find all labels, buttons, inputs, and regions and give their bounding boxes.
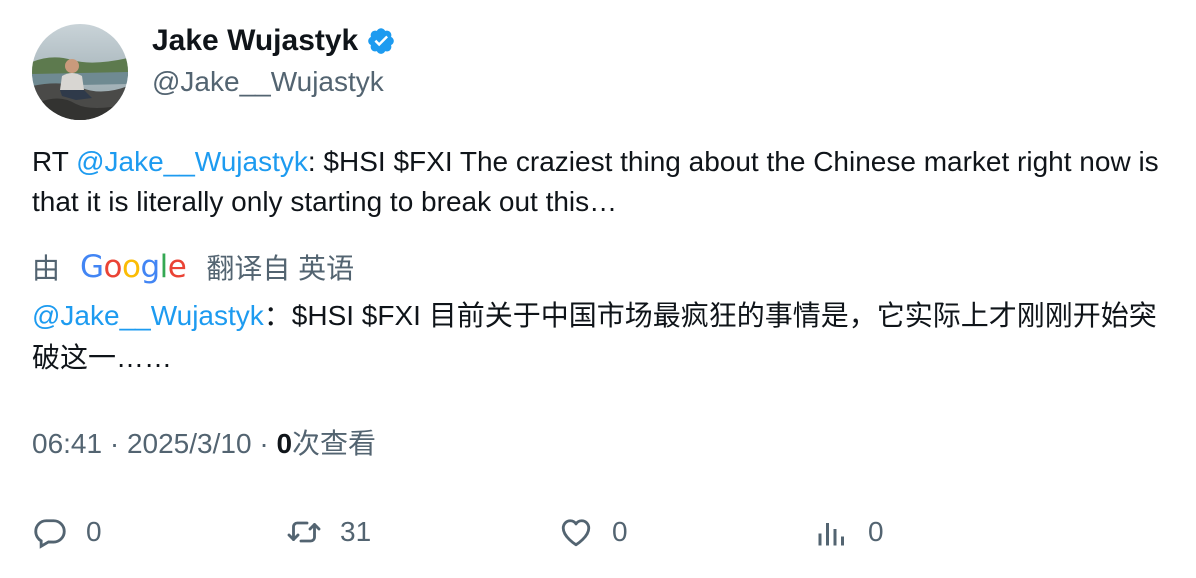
meta-separator: · — [102, 428, 127, 459]
analytics-icon — [814, 514, 850, 550]
analytics-count: 0 — [868, 516, 884, 547]
like-button[interactable]: 0 — [558, 510, 628, 554]
author-handle[interactable]: @Jake__Wujastyk — [152, 64, 384, 100]
action-bar: 0 31 0 0 — [32, 510, 1172, 554]
tweet-time[interactable]: 06:41 — [32, 428, 102, 459]
translated-text: @Jake__Wujastyk：$HSI $FXI 目前关于中国市场最疯狂的事情… — [32, 295, 1182, 379]
views-count: 0 — [276, 428, 293, 459]
author-display-name[interactable]: Jake Wujastyk — [152, 22, 396, 60]
reply-button[interactable]: 0 — [32, 510, 102, 554]
author-name-text: Jake Wujastyk — [152, 24, 359, 57]
translated-mention-link[interactable]: @Jake__Wujastyk — [32, 300, 264, 331]
tweet-meta: 06:41 · 2025/3/10 · 0次查看 — [32, 424, 376, 464]
translated-by-label: 由 — [32, 253, 61, 284]
translation-attribution: 由 Google 翻译自 英语 — [32, 246, 354, 288]
reply-icon — [32, 514, 68, 550]
tweet-text: RT @Jake__Wujastyk: $HSI $FXI The crazie… — [32, 142, 1172, 222]
retweet-icon — [286, 514, 322, 550]
verified-badge-icon — [366, 26, 396, 56]
reply-count: 0 — [86, 516, 102, 547]
retweet-prefix: RT — [32, 146, 77, 177]
mention-link[interactable]: @Jake__Wujastyk — [76, 146, 308, 177]
avatar[interactable] — [32, 24, 128, 120]
retweet-count: 31 — [340, 516, 372, 547]
translated-from-label: 翻译自 英语 — [206, 253, 355, 284]
retweet-button[interactable]: 31 — [286, 510, 371, 554]
tweet-date[interactable]: 2025/3/10 — [127, 428, 252, 459]
meta-separator: · — [251, 428, 277, 459]
google-logo: Google — [80, 249, 187, 285]
analytics-button[interactable]: 0 — [814, 510, 884, 554]
like-count: 0 — [612, 516, 628, 547]
views-label: 次查看 — [292, 428, 377, 459]
heart-icon — [558, 514, 594, 550]
